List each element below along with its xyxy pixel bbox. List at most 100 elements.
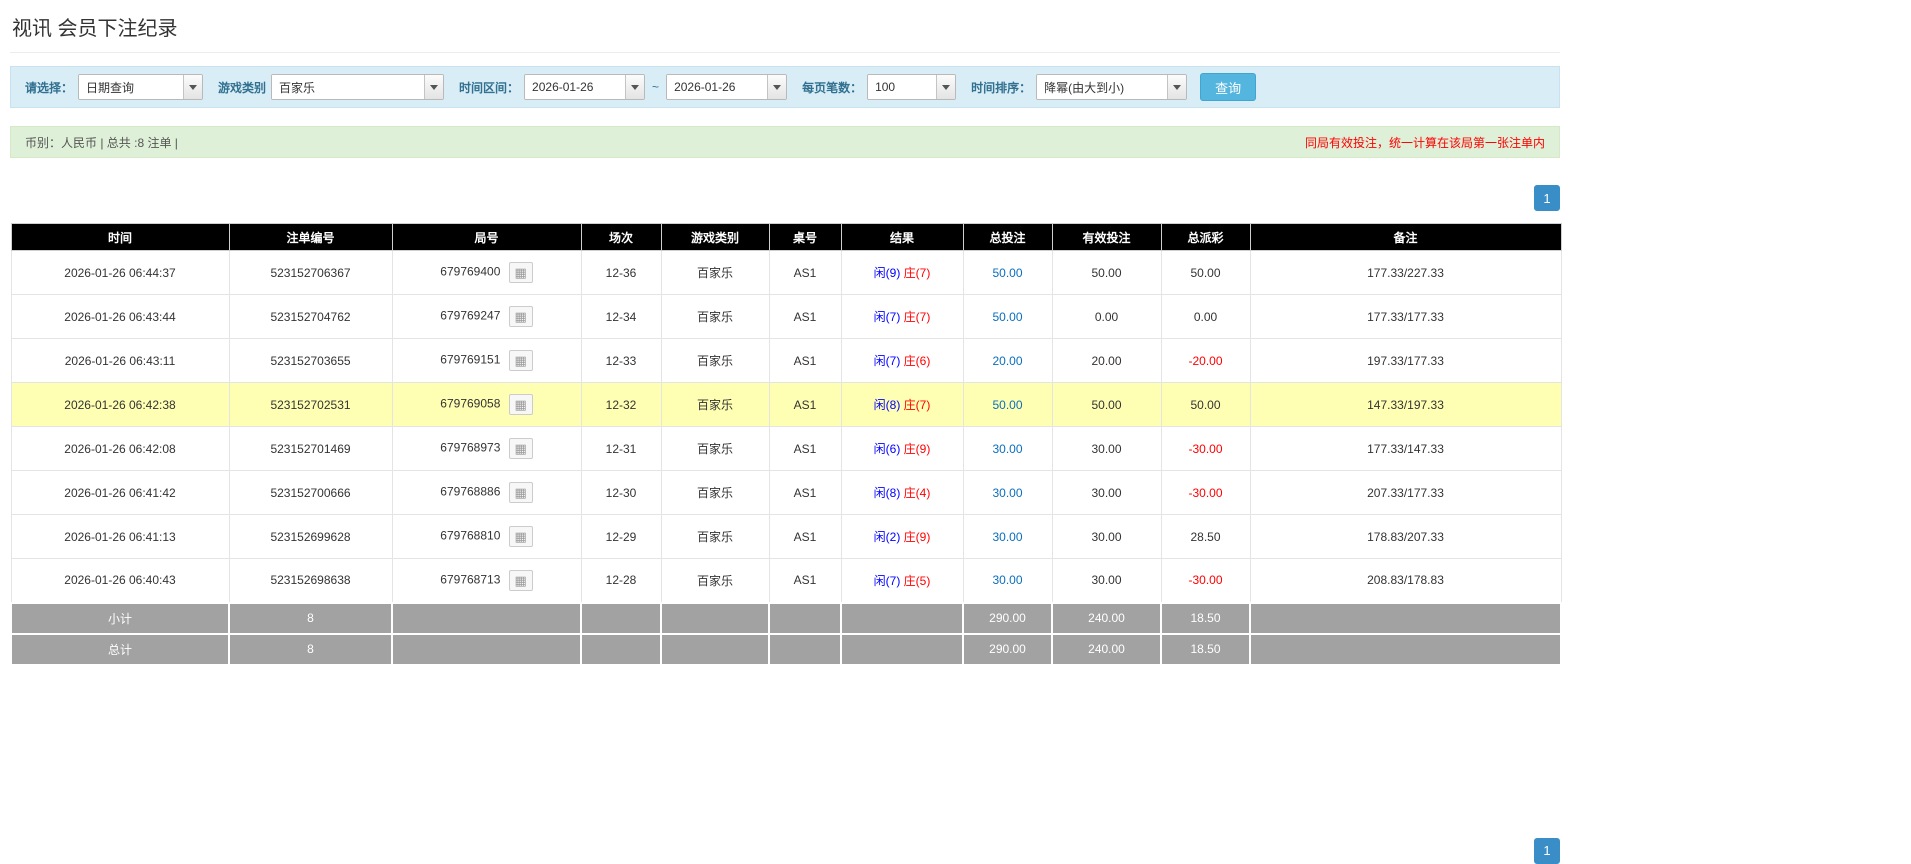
cell-session: 12-34 [580, 294, 662, 339]
column-header: 有效投注 [1051, 223, 1162, 251]
column-header: 备注 [1249, 223, 1562, 251]
roadmap-icon: ▦ [514, 529, 527, 544]
total-bet-link[interactable]: 30.00 [992, 530, 1022, 544]
per-page-dropdown-button[interactable] [936, 75, 956, 99]
result-player: 闲(7) [873, 573, 901, 588]
total-bet-link[interactable]: 50.00 [992, 310, 1022, 324]
per-page-input[interactable] [868, 75, 937, 99]
total-bet-link[interactable]: 30.00 [992, 442, 1022, 456]
cell-note: 177.33/227.33 [1249, 250, 1562, 295]
search-button[interactable]: 查询 [1200, 73, 1257, 101]
cell-result: 闲(8) 庄(4) [840, 470, 964, 515]
cell-game: 百家乐 [660, 470, 770, 515]
cell-table: AS1 [768, 338, 842, 383]
table-foot: 小计 8 290.00 240.00 18.50 总计 8 290.00 240.00 18.50 [10, 601, 1562, 666]
column-header: 结果 [840, 223, 964, 251]
page-title: 视讯 会员下注纪录 [10, 12, 1560, 53]
roadmap-button[interactable]: ▦ [508, 482, 533, 503]
roadmap-button[interactable]: ▦ [508, 262, 533, 283]
cell-valid-bet: 50.00 [1051, 250, 1162, 295]
page-1-button[interactable]: 1 [1534, 185, 1560, 211]
result-banker: 庄(4) [903, 486, 931, 500]
roadmap-button[interactable]: ▦ [508, 350, 533, 371]
cell-round: 679768973 ▦ [391, 426, 582, 471]
cell-result: 闲(8) 庄(7) [840, 382, 964, 427]
roadmap-icon: ▦ [514, 309, 527, 324]
per-page-combo [867, 74, 957, 100]
cell-time: 2026-01-26 06:44:37 [10, 250, 230, 295]
cell-total-bet: 20.00 [962, 338, 1053, 383]
roadmap-button[interactable]: ▦ [508, 526, 533, 547]
game-type-input[interactable] [272, 75, 425, 99]
result-player: 闲(2) [873, 530, 901, 544]
cell-total-bet: 50.00 [962, 382, 1053, 427]
cell-table: AS1 [768, 250, 842, 295]
cell-note: 208.83/178.83 [1249, 558, 1562, 603]
cell-table: AS1 [768, 426, 842, 471]
cell-result: 闲(2) 庄(9) [840, 514, 964, 559]
cell-note: 178.83/207.33 [1249, 514, 1562, 559]
column-header: 场次 [580, 223, 662, 251]
roadmap-button[interactable]: ▦ [508, 306, 533, 327]
query-type-combo [78, 74, 204, 100]
bet-records-table: 时间 注单编号 局号 场次 游戏类别 桌号 结果 总投注 有效投注 总派彩 备注 2026-01-2… [10, 223, 1562, 666]
cell-valid-bet: 20.00 [1051, 338, 1162, 383]
footer-cell [660, 601, 770, 635]
roadmap-icon: ▦ [514, 485, 527, 500]
cell-table: AS1 [768, 514, 842, 559]
date-to-dropdown-button[interactable] [767, 75, 787, 99]
table-row: 2026-01-26 06:41:13 523152699628 679768810… [10, 514, 1562, 559]
roadmap-button[interactable]: ▦ [508, 438, 533, 459]
currency-total-text: 币别：人民币 | 总共 :8 注单 | [25, 135, 178, 150]
date-from-dropdown-button[interactable] [625, 75, 645, 99]
table-row: 2026-01-26 06:41:42 523152700666 679768886… [10, 470, 1562, 515]
date-from-input[interactable] [525, 75, 626, 99]
cell-session: 12-36 [580, 250, 662, 295]
footer-cell [391, 632, 582, 666]
game-type-combo [271, 74, 445, 100]
cell-round: 679769151 ▦ [391, 338, 582, 383]
time-sort-dropdown-button[interactable] [1167, 75, 1187, 99]
footer-cell: 8 [228, 632, 393, 666]
footer-cell: 小计 [10, 601, 230, 635]
cell-round: 679769400 ▦ [391, 250, 582, 295]
chevron-down-icon [773, 84, 782, 90]
cell-bet-id: 523152702531 [228, 382, 393, 427]
date-to-input[interactable] [667, 75, 768, 99]
total-bet-link[interactable]: 20.00 [992, 354, 1022, 368]
cell-total-bet: 30.00 [962, 558, 1053, 603]
cell-time: 2026-01-26 06:42:38 [10, 382, 230, 427]
per-page-label: 每页笔数： [802, 80, 863, 95]
total-bet-link[interactable]: 50.00 [992, 398, 1022, 412]
total-bet-link[interactable]: 50.00 [992, 266, 1022, 280]
time-sort-input[interactable] [1037, 75, 1168, 99]
page-1-button[interactable]: 1 [1534, 837, 1560, 864]
cell-table: AS1 [768, 558, 842, 603]
footer-cell [391, 601, 582, 635]
column-header: 注单编号 [228, 223, 393, 251]
date-range-tilde: ~ [652, 80, 660, 94]
footer-cell [660, 632, 770, 666]
cell-payout: 50.00 [1160, 250, 1251, 295]
result-player: 闲(8) [873, 486, 901, 500]
query-type-input[interactable] [79, 75, 184, 99]
result-player: 闲(7) [873, 310, 901, 324]
roadmap-button[interactable]: ▦ [508, 569, 533, 591]
cell-payout: -20.00 [1160, 338, 1251, 383]
footer-cell: 290.00 [962, 601, 1053, 635]
footer-cell [1249, 632, 1562, 666]
footer-cell [580, 632, 662, 666]
cell-bet-id: 523152698638 [228, 558, 393, 603]
time-range-label: 时间区间： [459, 80, 520, 95]
roadmap-button[interactable]: ▦ [508, 394, 533, 415]
result-player: 闲(8) [873, 398, 901, 412]
total-bet-link[interactable]: 30.00 [992, 486, 1022, 500]
table-row: 2026-01-26 06:43:11 523152703655 679769151… [10, 338, 1562, 383]
chevron-down-icon [189, 84, 198, 90]
table-row: 2026-01-26 06:43:44 523152704762 679769247… [10, 294, 1562, 339]
query-type-dropdown-button[interactable] [183, 75, 203, 99]
cell-payout: -30.00 [1160, 470, 1251, 515]
total-bet-link[interactable]: 30.00 [992, 573, 1022, 587]
game-type-dropdown-button[interactable] [424, 75, 444, 99]
cell-round: 679769058 ▦ [391, 382, 582, 427]
